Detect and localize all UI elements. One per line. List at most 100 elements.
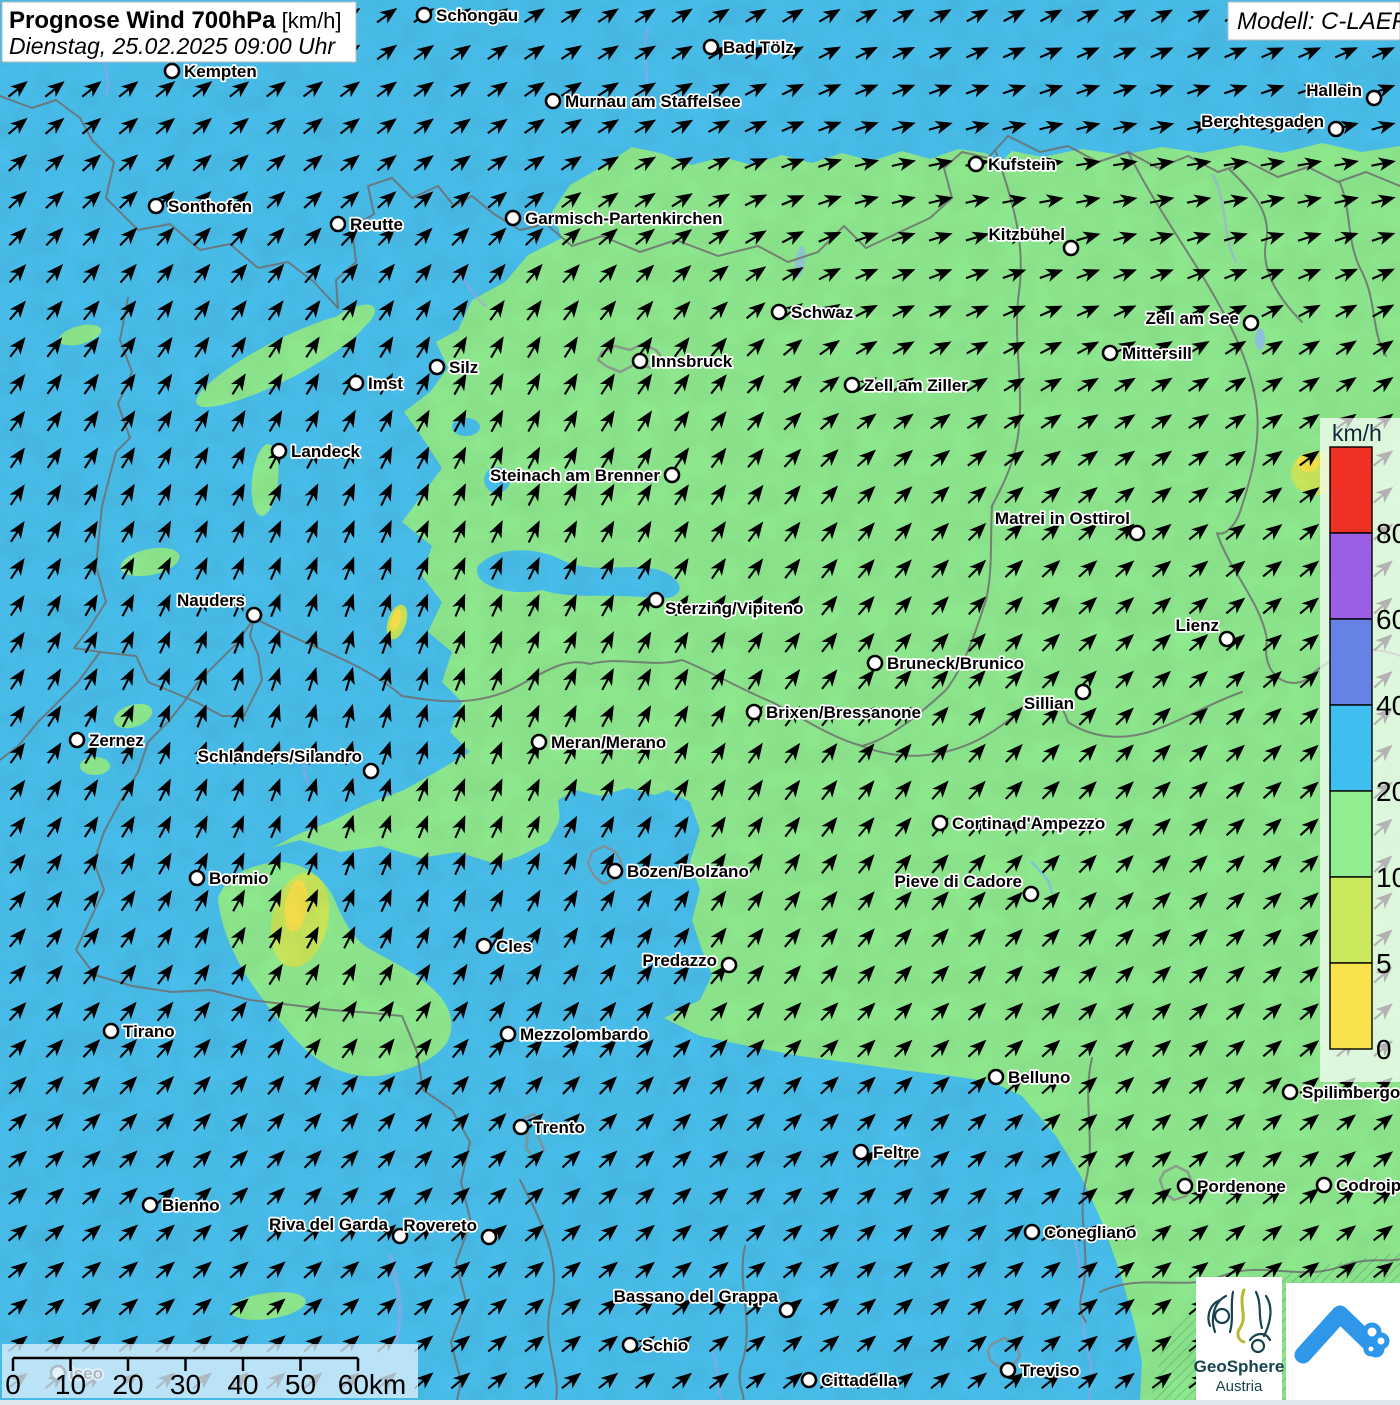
city-label: Feltre — [873, 1143, 919, 1162]
scalebar-label: 20 — [112, 1369, 143, 1400]
city-marker-zernez: Zernez — [70, 731, 144, 750]
city-dot-icon — [1178, 1179, 1192, 1193]
city-dot-icon — [477, 939, 491, 953]
city-marker-bozen-bolzano: Bozen/Bolzano — [608, 862, 749, 881]
legend-segment-40 — [1330, 619, 1372, 705]
city-dot-icon — [1367, 91, 1381, 105]
city-label: Schio — [642, 1336, 688, 1355]
scalebar-label: 40 — [227, 1369, 258, 1400]
city-dot-icon — [1130, 526, 1144, 540]
city-dot-icon — [780, 1303, 794, 1317]
city-label: Bad Tölz — [723, 38, 794, 57]
city-dot-icon — [845, 378, 859, 392]
city-label: Schlanders/Silandro — [198, 747, 362, 766]
city-label: Codroipo — [1336, 1176, 1400, 1195]
city-dot-icon — [1220, 632, 1234, 646]
city-label: Trento — [533, 1118, 585, 1137]
city-marker-steinach-am-brenner: Steinach am Brenner — [490, 466, 679, 485]
city-label: Bassano del Grappa — [614, 1287, 779, 1306]
city-marker-zell-am-ziller: Zell am Ziller — [845, 376, 968, 395]
scalebar: 0102030405060km — [2, 1344, 418, 1400]
model-box: Modell: C-LAEF — [1228, 2, 1400, 40]
legend-tick-label: 60 — [1376, 604, 1400, 635]
city-label: Kufstein — [988, 155, 1056, 174]
city-label: Hallein — [1306, 81, 1362, 100]
city-label: Mittersill — [1122, 344, 1192, 363]
city-dot-icon — [772, 305, 786, 319]
city-label: Kempten — [184, 62, 257, 81]
city-dot-icon — [482, 1230, 496, 1244]
city-label: Steinach am Brenner — [490, 466, 660, 485]
city-dot-icon — [747, 705, 761, 719]
city-label: Conegliano — [1044, 1223, 1137, 1242]
legend-segment-20 — [1330, 705, 1372, 791]
city-label: Zernez — [89, 731, 144, 750]
city-label: Treviso — [1020, 1361, 1080, 1380]
city-label: Spilimbergo — [1302, 1083, 1400, 1102]
city-dot-icon — [1244, 316, 1258, 330]
city-dot-icon — [501, 1027, 515, 1041]
city-marker-meran-merano: Meran/Merano — [532, 733, 666, 752]
geosphere-country-label: Austria — [1216, 1378, 1263, 1395]
city-dot-icon — [649, 593, 663, 607]
city-label: Cortina d'Ampezzo — [952, 814, 1105, 833]
city-label: Cittadella — [821, 1371, 898, 1390]
legend-segment-10 — [1330, 791, 1372, 877]
city-label: Tirano — [123, 1022, 175, 1041]
legend-tick-label: 5 — [1376, 948, 1392, 979]
city-marker-bruneck-brunico: Bruneck/Brunico — [868, 654, 1024, 673]
city-dot-icon — [1103, 346, 1117, 360]
city-dot-icon — [1064, 241, 1078, 255]
city-label: Lienz — [1176, 616, 1219, 635]
city-label: Mezzolombardo — [520, 1025, 648, 1044]
city-label: Brixen/Bressanone — [766, 703, 921, 722]
city-label: Schwaz — [791, 303, 853, 322]
legend-segment-0 — [1330, 963, 1372, 1049]
city-marker-murnau-am-staffelsee: Murnau am Staffelsee — [546, 92, 741, 111]
city-marker-cortina-d-ampezzo: Cortina d'Ampezzo — [933, 814, 1105, 833]
city-marker-silz: Silz — [430, 358, 478, 377]
city-dot-icon — [143, 1198, 157, 1212]
city-dot-icon — [1024, 887, 1038, 901]
scalebar-label: 0 — [5, 1369, 21, 1400]
city-dot-icon — [854, 1145, 868, 1159]
city-dot-icon — [802, 1373, 816, 1387]
legend-tick-label: 10 — [1376, 862, 1400, 893]
city-dot-icon — [868, 656, 882, 670]
city-dot-icon — [1329, 122, 1343, 136]
legend-segment-60 — [1330, 533, 1372, 619]
city-label: Pordenone — [1197, 1177, 1286, 1196]
city-dot-icon — [704, 40, 718, 54]
city-label: Predazzo — [642, 951, 717, 970]
city-label: Bormio — [209, 869, 269, 888]
city-dot-icon — [165, 64, 179, 78]
city-marker-garmisch-partenkirchen: Garmisch-Partenkirchen — [506, 209, 722, 228]
city-label: Riva del Garda — [269, 1215, 389, 1234]
city-marker-mezzolombardo: Mezzolombardo — [501, 1025, 648, 1044]
city-label: Sillian — [1024, 694, 1074, 713]
city-dot-icon — [514, 1120, 528, 1134]
city-dot-icon — [349, 376, 363, 390]
city-label: Berchtesgaden — [1201, 112, 1324, 131]
city-dot-icon — [633, 354, 647, 368]
city-dot-icon — [364, 764, 378, 778]
city-dot-icon — [623, 1338, 637, 1352]
city-dot-icon — [665, 468, 679, 482]
city-marker-brixen-bressanone: Brixen/Bressanone — [747, 703, 921, 722]
city-dot-icon — [1283, 1085, 1297, 1099]
city-label: Zell am See — [1145, 309, 1239, 328]
city-label: Reutte — [350, 215, 403, 234]
wind-map: SchongauBad TölzKemptenMurnau am Staffel… — [0, 0, 1400, 1400]
scalebar-label: 30 — [170, 1369, 201, 1400]
title-unit: [km/h] — [276, 8, 342, 33]
city-dot-icon — [104, 1024, 118, 1038]
city-marker-cles: Cles — [477, 937, 532, 956]
city-dot-icon — [532, 735, 546, 749]
legend-tick-label: 40 — [1376, 690, 1400, 721]
geosphere-logo: GeoSphere Austria — [1194, 1277, 1285, 1400]
city-label: Pieve di Cadore — [894, 872, 1022, 891]
city-marker-tirano: Tirano — [104, 1022, 175, 1041]
city-label: Matrei in Osttirol — [995, 509, 1130, 528]
city-dot-icon — [1317, 1178, 1331, 1192]
city-dot-icon — [546, 94, 560, 108]
